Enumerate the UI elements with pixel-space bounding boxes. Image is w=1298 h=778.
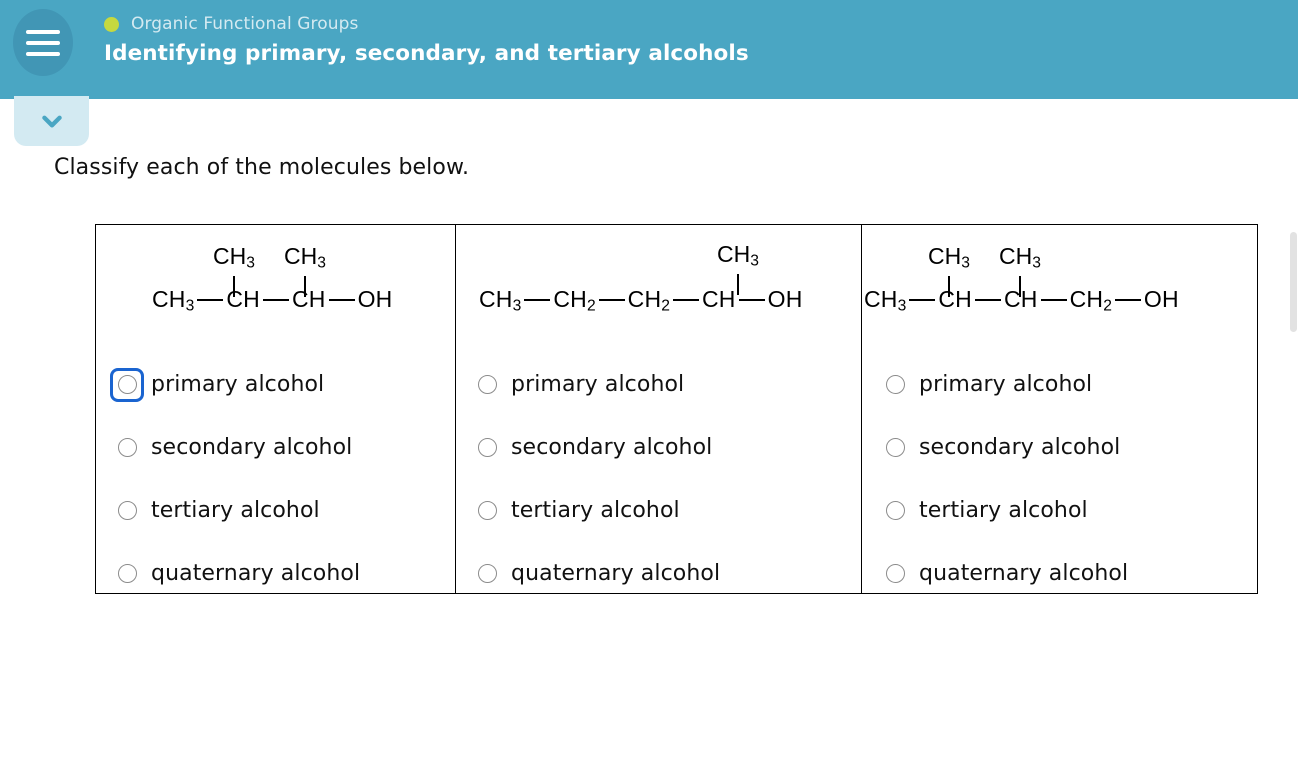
radio-button[interactable] — [878, 368, 912, 402]
option-label: secondary alcohol — [511, 435, 713, 460]
option-row[interactable]: quaternary alcohol — [862, 542, 1257, 605]
radio-dot-icon — [477, 438, 497, 457]
vertical-scrollbar-thumb[interactable] — [1290, 232, 1297, 332]
option-row[interactable]: primary alcohol — [862, 353, 1257, 416]
radio-button[interactable] — [110, 557, 144, 591]
radio-dot-icon — [117, 501, 137, 520]
option-label: tertiary alcohol — [511, 498, 680, 523]
bond-line — [672, 299, 699, 302]
branch-label: CH3 — [717, 241, 759, 270]
header-text-block: Organic Functional Groups Identifying pr… — [104, 13, 749, 66]
radio-dot-icon — [885, 564, 905, 583]
radio-button[interactable] — [110, 431, 144, 465]
hamburger-icon-bar-1 — [26, 29, 60, 34]
option-label: primary alcohol — [919, 372, 1093, 397]
option-row[interactable]: tertiary alcohol — [96, 479, 455, 542]
backbone-chain: CH3 CH CH CH2 OH — [864, 285, 1179, 314]
option-label: primary alcohol — [511, 372, 685, 397]
radio-dot-icon — [885, 501, 905, 520]
radio-button[interactable] — [470, 557, 504, 591]
molecule-column-2: CH3 CH3 CH2 CH2 CH OH primary alcohol second… — [456, 225, 862, 593]
radio-button[interactable] — [110, 494, 144, 528]
option-group-3: primary alcohol secondary alcohol tertia… — [862, 353, 1257, 605]
option-row[interactable]: primary alcohol — [456, 353, 861, 416]
hamburger-icon-bar-3 — [26, 51, 60, 56]
option-row[interactable]: tertiary alcohol — [456, 479, 861, 542]
bond-line — [262, 299, 289, 302]
branch-label: CH3 — [999, 243, 1041, 272]
page-title: Identifying primary, secondary, and tert… — [104, 41, 749, 66]
structural-formula-3: CH3 CH3 CH3 CH CH CH2 OH — [862, 243, 1257, 321]
option-label: quaternary alcohol — [511, 561, 721, 586]
app-header: Organic Functional Groups Identifying pr… — [0, 0, 1298, 99]
radio-dot-icon — [885, 375, 905, 394]
option-label: quaternary alcohol — [151, 561, 361, 586]
hamburger-menu-button[interactable] — [13, 9, 73, 76]
molecule-column-3: CH3 CH3 CH3 CH CH CH2 OH primary alcohol sec… — [862, 225, 1257, 593]
option-label: secondary alcohol — [919, 435, 1121, 460]
option-row[interactable]: secondary alcohol — [456, 416, 861, 479]
option-group-1: primary alcohol secondary alcohol tertia… — [96, 353, 455, 605]
option-row[interactable]: quaternary alcohol — [96, 542, 455, 605]
structural-formula-2: CH3 CH3 CH2 CH2 CH OH — [456, 241, 861, 321]
option-label: secondary alcohol — [151, 435, 353, 460]
course-name: Organic Functional Groups — [131, 14, 359, 34]
option-row[interactable]: primary alcohol — [96, 353, 455, 416]
course-dot-icon — [104, 16, 119, 32]
bond-line — [738, 299, 765, 302]
bond-line — [328, 299, 355, 302]
option-row[interactable]: tertiary alcohol — [862, 479, 1257, 542]
course-line: Organic Functional Groups — [104, 13, 749, 35]
option-group-2: primary alcohol secondary alcohol tertia… — [456, 353, 861, 605]
option-label: primary alcohol — [151, 372, 325, 397]
hamburger-icon-bar-2 — [26, 40, 60, 45]
bond-line — [524, 299, 551, 302]
radio-button[interactable] — [878, 431, 912, 465]
radio-dot-icon — [477, 564, 497, 583]
molecule-column-1: CH3 CH3 CH3 CH CH OH primary alcohol second… — [96, 225, 456, 593]
branch-label: CH3 — [928, 243, 970, 272]
radio-button[interactable] — [470, 494, 504, 528]
radio-dot-icon — [117, 375, 137, 394]
radio-button[interactable] — [878, 557, 912, 591]
bond-line — [974, 299, 1001, 302]
backbone-chain: CH3 CH CH OH — [152, 285, 393, 314]
radio-dot-icon — [477, 375, 497, 394]
radio-button[interactable] — [878, 494, 912, 528]
radio-dot-icon — [117, 564, 137, 583]
option-label: tertiary alcohol — [151, 498, 320, 523]
radio-button[interactable] — [470, 431, 504, 465]
option-row[interactable]: quaternary alcohol — [456, 542, 861, 605]
option-label: tertiary alcohol — [919, 498, 1088, 523]
chevron-down-icon — [41, 115, 62, 128]
molecules-table: CH3 CH3 CH3 CH CH OH primary alcohol second… — [95, 224, 1258, 594]
option-row[interactable]: secondary alcohol — [862, 416, 1257, 479]
bond-line — [197, 299, 224, 302]
branch-label: CH3 — [213, 243, 255, 272]
radio-button[interactable] — [110, 367, 144, 402]
question-prompt: Classify each of the molecules below. — [54, 155, 470, 180]
branch-label: CH3 — [284, 243, 326, 272]
radio-dot-icon — [885, 438, 905, 457]
bond-line — [909, 299, 936, 302]
collapse-header-tab[interactable] — [14, 96, 89, 146]
bond-line — [1114, 299, 1141, 302]
structural-formula-1: CH3 CH3 CH3 CH CH OH — [96, 243, 455, 321]
radio-dot-icon — [117, 438, 137, 457]
radio-dot-icon — [477, 501, 497, 520]
bond-line — [1040, 299, 1067, 302]
backbone-chain: CH3 CH2 CH2 CH OH — [479, 285, 803, 314]
radio-button[interactable] — [470, 368, 504, 402]
option-label: quaternary alcohol — [919, 561, 1129, 586]
bond-line — [598, 299, 625, 302]
option-row[interactable]: secondary alcohol — [96, 416, 455, 479]
